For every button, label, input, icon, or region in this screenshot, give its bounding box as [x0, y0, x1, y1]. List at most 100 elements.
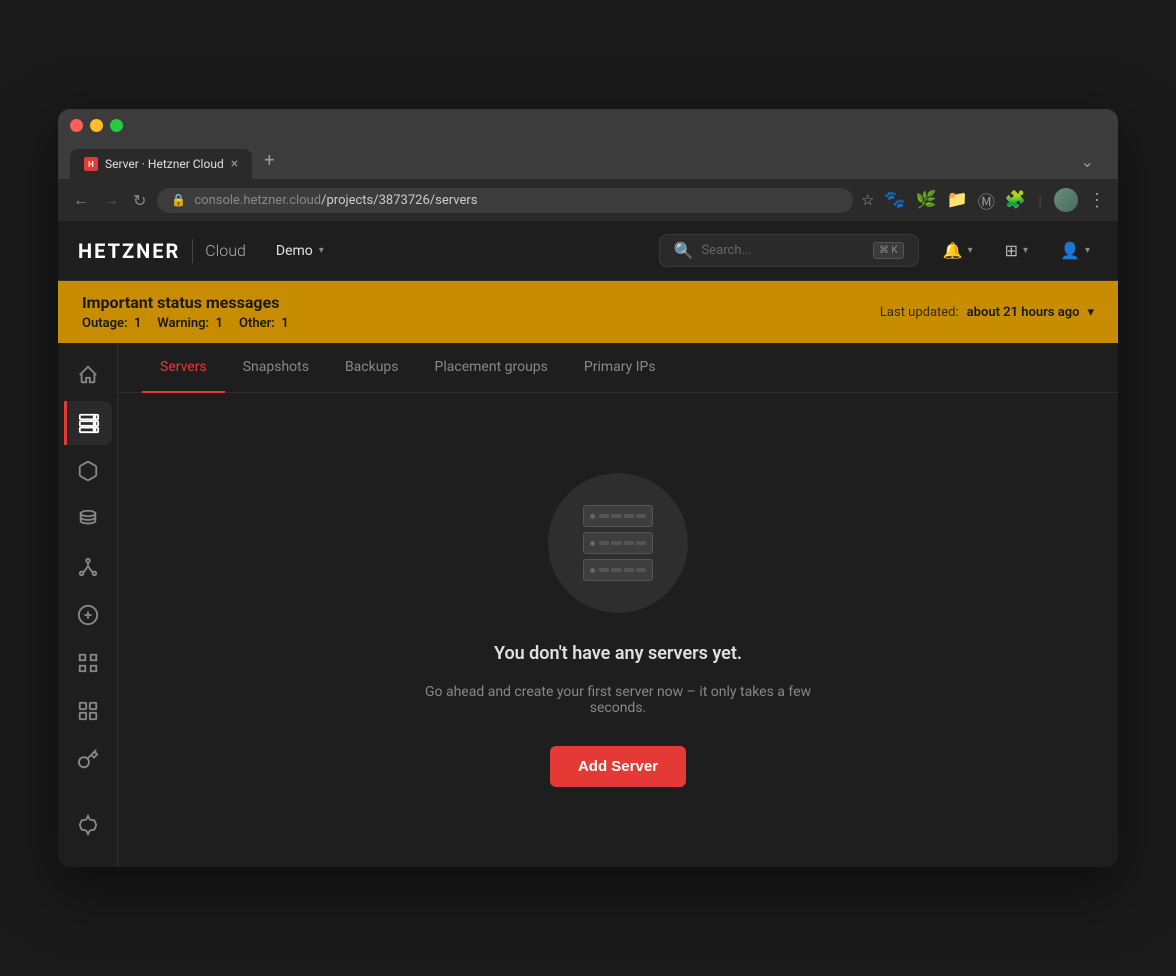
empty-state-subtitle: Go ahead and create your first server no… — [418, 684, 818, 716]
content-main: You don't have any servers yet. Go ahead… — [118, 393, 1118, 867]
sidebar-item-integrations[interactable] — [66, 689, 110, 733]
browser-toolbar: ← → ↻ 🔒 console.hetzner.cloud/projects/3… — [58, 179, 1118, 221]
server-slots-row-2 — [599, 541, 646, 545]
server-slot-2b — [611, 541, 621, 545]
maximize-button[interactable] — [110, 119, 123, 132]
bookmark-button[interactable]: ☆ — [861, 191, 874, 209]
outage-count: Outage: 1 — [82, 316, 141, 331]
project-chevron-icon: ▾ — [319, 245, 324, 256]
extension-2[interactable]: 🌿 — [916, 190, 937, 210]
apps-button[interactable]: ⊞ ▾ — [997, 235, 1036, 266]
url-base: console.hetzner.cloud — [194, 193, 321, 208]
extension-1[interactable]: 🐾 — [884, 190, 905, 210]
sidebar-item-firewalls[interactable] — [66, 641, 110, 685]
main-layout: Servers Snapshots Backups Placement grou… — [58, 343, 1118, 867]
sidebar-bottom — [66, 803, 110, 857]
close-button[interactable] — [70, 119, 83, 132]
notifications-chevron-icon: ▾ — [968, 245, 973, 256]
server-stack — [583, 505, 653, 581]
other-count: Other: 1 — [239, 316, 289, 331]
notifications-button[interactable]: 🔔 ▾ — [935, 235, 981, 266]
add-server-button[interactable]: Add Server — [550, 746, 686, 787]
extension-4[interactable]: Ⓜ — [978, 188, 995, 213]
project-selector[interactable]: Demo ▾ — [266, 237, 334, 265]
url-display: console.hetzner.cloud/projects/3873726/s… — [194, 193, 477, 208]
user-chevron-icon: ▾ — [1085, 245, 1090, 256]
top-nav: HETZNER Cloud Demo ▾ 🔍 Search... ⌘ K 🔔 ▾ — [58, 221, 1118, 281]
sidebar-item-load-balancers[interactable] — [66, 593, 110, 637]
browser-actions: ☆ 🐾 🌿 📁 Ⓜ 🧩 | ⋮ — [861, 188, 1106, 213]
tab-backups[interactable]: Backups — [327, 343, 417, 393]
warning-number: 1 — [216, 316, 223, 331]
server-led-1 — [590, 514, 595, 519]
browser-window: H Server · Hetzner Cloud × + ⌄ ← → ↻ 🔒 c… — [58, 109, 1118, 867]
sidebar-item-object-storage[interactable] — [66, 497, 110, 541]
search-kbd: ⌘ K — [873, 242, 904, 259]
user-avatar[interactable] — [1054, 188, 1078, 212]
browser-tabs: H Server · Hetzner Cloud × + ⌄ — [70, 142, 1106, 179]
status-banner: Important status messages Outage: 1 Warn… — [58, 281, 1118, 343]
sidebar-item-security[interactable] — [66, 737, 110, 781]
server-slot-3b — [611, 568, 621, 572]
top-nav-right: 🔍 Search... ⌘ K 🔔 ▾ ⊞ ▾ 👤 ▾ — [659, 234, 1098, 267]
extension-3[interactable]: 📁 — [947, 190, 968, 210]
server-slot-2c — [624, 541, 634, 545]
status-banner-right: Last updated: about 21 hours ago ▾ — [880, 305, 1094, 320]
address-bar[interactable]: 🔒 console.hetzner.cloud/projects/3873726… — [157, 188, 853, 213]
sidebar-item-volumes[interactable] — [66, 449, 110, 493]
status-counts: Outage: 1 Warning: 1 Other: 1 — [82, 316, 880, 331]
back-button[interactable]: ← — [70, 187, 92, 213]
new-tab-button[interactable]: + — [254, 142, 284, 179]
server-slot-3a — [599, 568, 609, 572]
reload-button[interactable]: ↻ — [130, 188, 149, 213]
tab-placement-groups[interactable]: Placement groups — [417, 343, 566, 393]
server-unit-1 — [583, 505, 653, 527]
extension-5[interactable]: 🧩 — [1005, 190, 1026, 210]
other-label: Other: — [239, 316, 275, 331]
tab-snapshots[interactable]: Snapshots — [225, 343, 327, 393]
server-slot-2d — [636, 541, 646, 545]
forward-button[interactable]: → — [100, 187, 122, 213]
search-bar[interactable]: 🔍 Search... ⌘ K — [659, 234, 919, 267]
sidebar-item-servers[interactable] — [64, 401, 112, 445]
outage-number: 1 — [134, 316, 141, 331]
grid-icon: ⊞ — [1005, 241, 1018, 260]
outage-label: Outage: — [82, 316, 128, 331]
minimize-button[interactable] — [90, 119, 103, 132]
warning-label: Warning: — [157, 316, 209, 331]
server-icon-circle — [548, 473, 688, 613]
tab-servers[interactable]: Servers — [142, 343, 225, 393]
tab-favicon: H — [84, 157, 98, 171]
status-banner-left: Important status messages Outage: 1 Warn… — [82, 293, 880, 331]
tab-close-button[interactable]: × — [231, 157, 238, 171]
server-slots-row-3 — [599, 568, 646, 572]
sidebar-item-settings[interactable] — [66, 803, 110, 847]
server-unit-2 — [583, 532, 653, 554]
sidebar-item-networks[interactable] — [66, 545, 110, 589]
logo-cloud: Cloud — [205, 241, 246, 260]
more-options-button[interactable]: ⋮ — [1088, 190, 1106, 211]
tab-title: Server · Hetzner Cloud — [105, 157, 224, 171]
search-placeholder: Search... — [702, 243, 752, 258]
server-slot-1c — [624, 514, 634, 518]
logo-divider — [192, 239, 193, 263]
server-slot-3d — [636, 568, 646, 572]
bell-icon: 🔔 — [943, 241, 963, 260]
server-led-3 — [590, 568, 595, 573]
status-expand-icon[interactable]: ▾ — [1087, 305, 1094, 320]
active-tab[interactable]: H Server · Hetzner Cloud × — [70, 149, 252, 179]
tab-primary-ips[interactable]: Primary IPs — [566, 343, 674, 393]
tab-list-button[interactable]: ⌄ — [1069, 144, 1106, 179]
last-updated-time: about 21 hours ago — [967, 305, 1080, 320]
user-menu-button[interactable]: 👤 ▾ — [1052, 235, 1098, 266]
warning-count: Warning: 1 — [157, 316, 223, 331]
sidebar-item-home[interactable] — [66, 353, 110, 397]
project-name: Demo — [276, 243, 313, 259]
apps-chevron-icon: ▾ — [1023, 245, 1028, 256]
sidebar — [58, 343, 118, 867]
other-number: 1 — [281, 316, 288, 331]
logo-text: HETZNER — [78, 239, 180, 263]
traffic-lights — [70, 119, 1106, 132]
server-slot-3c — [624, 568, 634, 572]
last-updated-label: Last updated: — [880, 305, 959, 320]
